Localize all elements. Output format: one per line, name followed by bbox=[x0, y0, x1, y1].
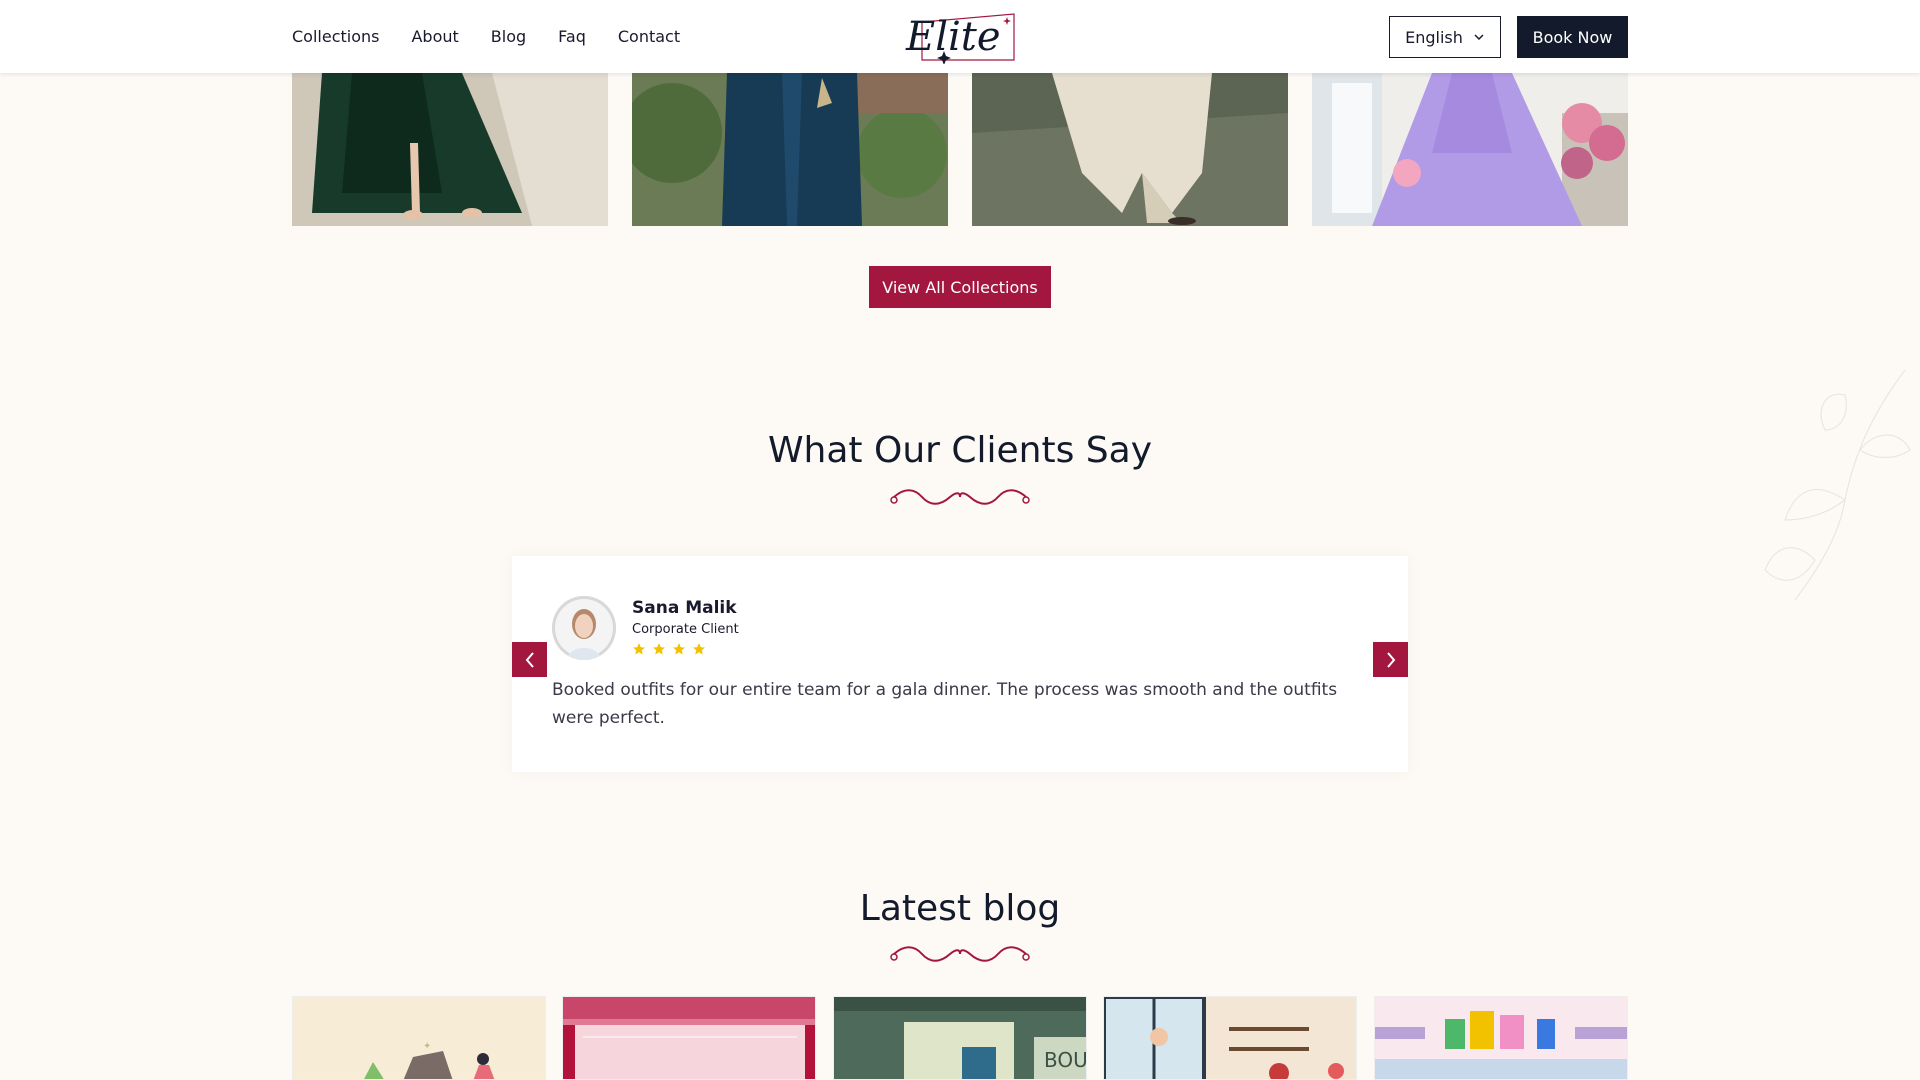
boutique-sign-text: BOUT bbox=[1044, 1048, 1087, 1072]
ornament-divider bbox=[890, 946, 1030, 962]
star-icon bbox=[633, 643, 645, 655]
floral-decoration bbox=[1764, 370, 1911, 601]
next-testimonial-button[interactable] bbox=[1373, 642, 1408, 677]
blog-title: Latest blog bbox=[859, 888, 1061, 929]
main-nav: Collections About Blog Faq Contact bbox=[292, 0, 680, 73]
blog-card-image[interactable] bbox=[1103, 996, 1357, 1080]
svg-text:Elite: Elite bbox=[905, 14, 1001, 60]
star-rating bbox=[632, 642, 706, 656]
client-name: Sana Malik bbox=[632, 598, 737, 618]
nav-contact[interactable]: Contact bbox=[618, 27, 680, 46]
nav-blog[interactable]: Blog bbox=[491, 27, 526, 46]
star-icon bbox=[653, 643, 665, 655]
client-role: Corporate Client bbox=[632, 622, 739, 637]
chevron-right-icon bbox=[1386, 651, 1395, 668]
ornament-divider bbox=[890, 489, 1030, 505]
blog-card-image[interactable]: BOUT bbox=[833, 996, 1087, 1080]
elite-logo[interactable]: Elite bbox=[902, 8, 1018, 65]
testimonials-title: What Our Clients Say bbox=[767, 430, 1153, 471]
site-header: Collections About Blog Faq Contact Elite… bbox=[0, 0, 1920, 73]
svg-text:✦: ✦ bbox=[423, 1041, 431, 1052]
nav-collections[interactable]: Collections bbox=[292, 27, 379, 46]
blog-card-image[interactable]: ✦ bbox=[292, 996, 546, 1080]
collection-image-teal-sherwani[interactable] bbox=[632, 73, 948, 226]
blog-card-image[interactable] bbox=[562, 996, 816, 1080]
nav-about[interactable]: About bbox=[411, 27, 458, 46]
view-all-collections-button[interactable]: View All Collections bbox=[869, 266, 1051, 308]
collection-image-cream-kurta[interactable] bbox=[972, 73, 1288, 226]
language-select[interactable]: English bbox=[1389, 16, 1501, 58]
star-icon bbox=[673, 643, 685, 655]
avatar bbox=[552, 596, 616, 660]
language-value: English bbox=[1405, 27, 1463, 47]
chevron-left-icon bbox=[525, 651, 534, 668]
testimonial-quote: Booked outfits for our entire team for a… bbox=[552, 680, 1338, 728]
chevron-down-icon bbox=[1474, 34, 1484, 41]
blog-card-image[interactable] bbox=[1374, 996, 1628, 1080]
book-now-button[interactable]: Book Now bbox=[1517, 16, 1628, 58]
nav-faq[interactable]: Faq bbox=[558, 27, 586, 46]
prev-testimonial-button[interactable] bbox=[512, 642, 547, 677]
testimonial-card: Sana Malik Corporate Client Booked outfi… bbox=[512, 556, 1408, 772]
collection-image-green-gown[interactable] bbox=[292, 73, 608, 226]
collection-image-lavender-dress[interactable] bbox=[1312, 73, 1628, 226]
star-icon bbox=[693, 643, 705, 655]
